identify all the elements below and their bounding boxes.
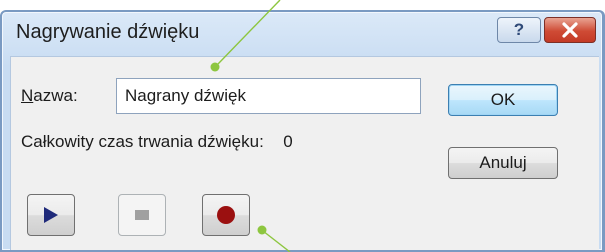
close-x-icon [562,22,578,38]
ok-button[interactable]: OK [448,84,558,116]
record-icon [217,206,235,224]
close-button[interactable] [544,17,596,43]
screenshot-stage: Nagrywanie dźwięku ? Nazwa: Całkowity cz… [0,0,605,252]
record-button[interactable] [202,194,250,236]
name-label-accelerator: N [21,86,34,105]
dialog-client-area: Nazwa: Całkowity czas trwania dźwięku: 0… [10,56,599,250]
name-input[interactable] [116,78,421,114]
play-button[interactable] [27,194,75,236]
play-icon [44,207,58,223]
name-label-text: azwa: [33,86,78,105]
duration-label: Całkowity czas trwania dźwięku: [21,132,264,151]
stop-button[interactable] [118,194,166,236]
dialog-window: Nagrywanie dźwięku ? Nazwa: Całkowity cz… [0,10,605,252]
stop-icon [135,210,149,220]
help-button[interactable]: ? [497,17,541,43]
cancel-button[interactable]: Anuluj [448,147,558,179]
question-mark-icon: ? [513,20,525,39]
window-title: Nagrywanie dźwięku [16,21,200,43]
duration-value: 0 [283,132,293,151]
name-label: Nazwa: [21,86,78,106]
title-bar: Nagrywanie dźwięku ? [2,12,602,58]
duration-row: Całkowity czas trwania dźwięku: 0 [21,132,293,152]
